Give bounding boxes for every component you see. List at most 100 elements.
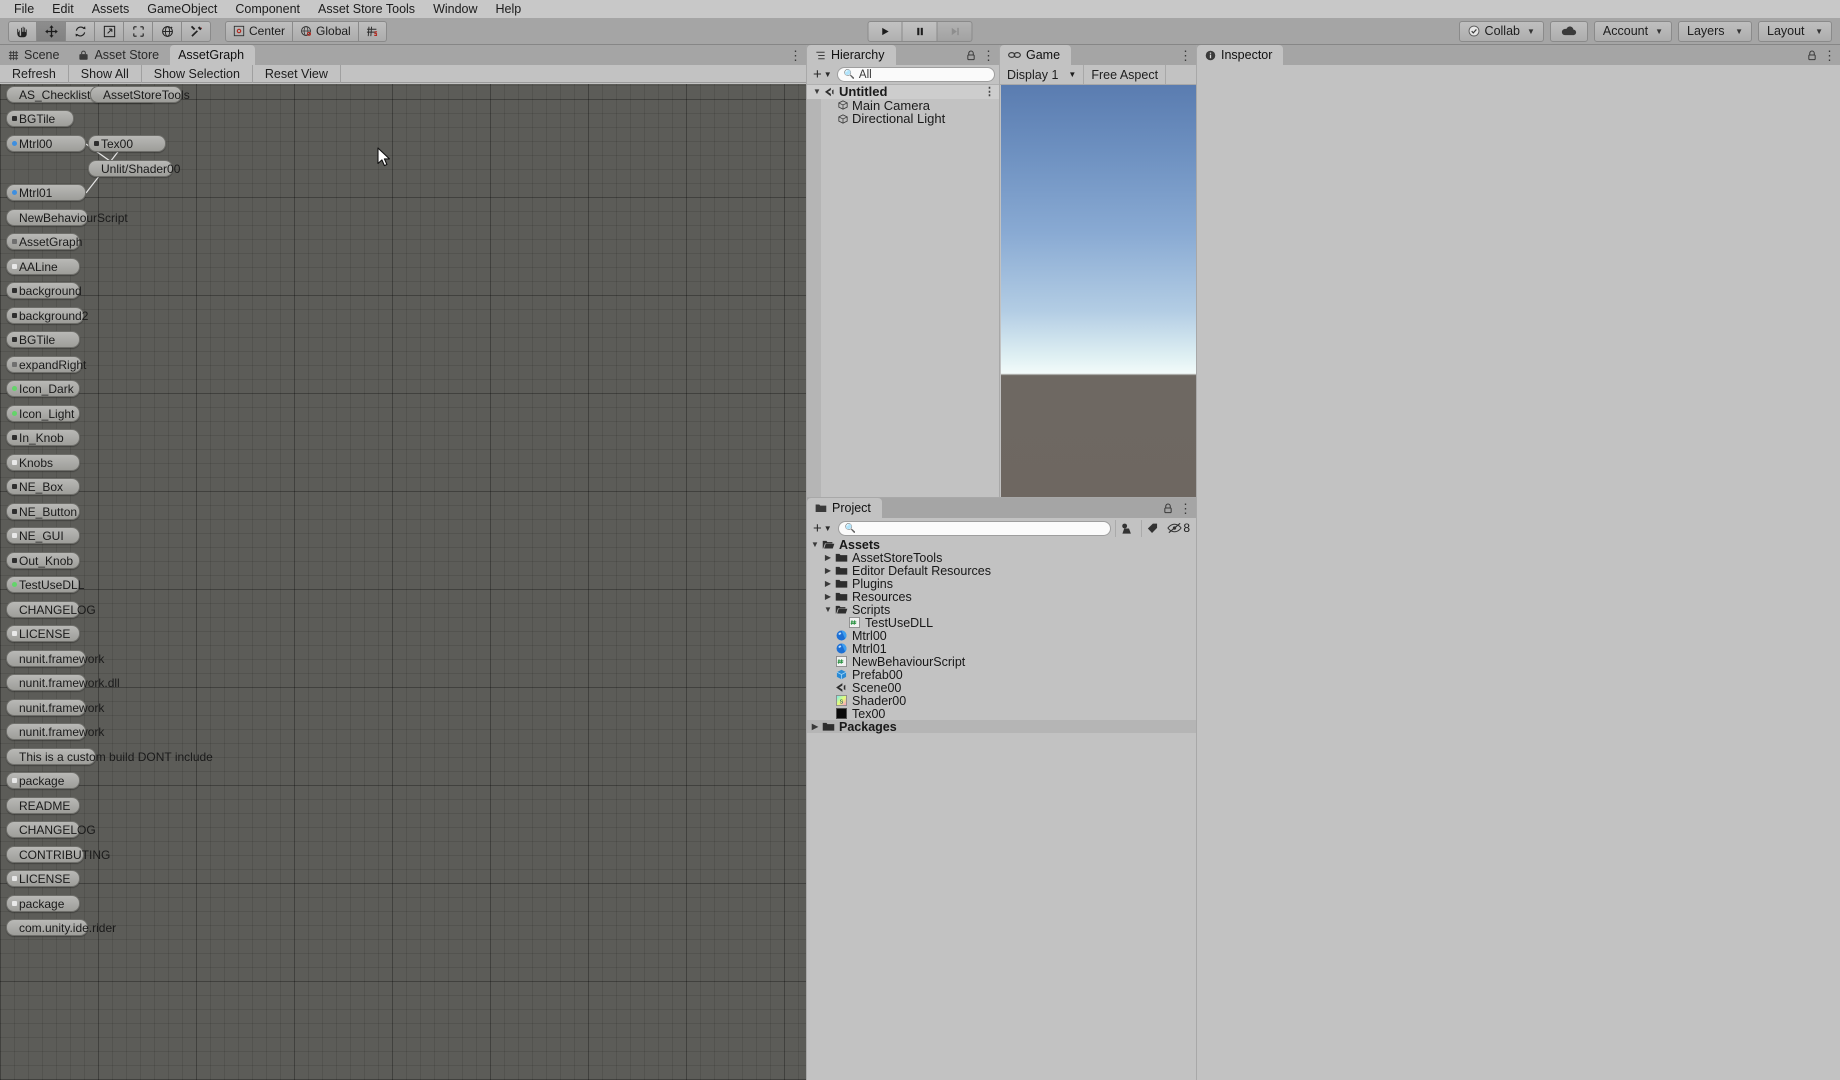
graph-node[interactable]: NE_Button [6,503,80,520]
graph-node[interactable]: nunit.framework.dll [6,674,120,691]
display-dropdown[interactable]: Display 1 ▼ [1000,64,1085,85]
hierarchy-item[interactable]: Directional Light [807,111,999,126]
splitter-hierarchy-project[interactable] [807,497,1196,498]
graph-node[interactable]: BGTile [6,110,74,127]
graph-node[interactable]: com.unity.ide.rider [6,919,116,936]
create-asset-button[interactable]: + ▼ [811,520,834,537]
graph-node[interactable]: Icon_Light [6,405,80,422]
refresh-button[interactable]: Refresh [0,64,69,83]
menu-item-gameobject[interactable]: GameObject [138,0,226,18]
create-gameobject-button[interactable]: + ▼ [811,66,834,83]
chevron-down-icon[interactable]: ▼ [809,540,821,549]
graph-node[interactable]: package [6,772,80,789]
splitter-hierarchy-game[interactable] [999,45,1000,497]
account-button[interactable]: Account ▼ [1593,20,1672,42]
layers-button[interactable]: Layers ▼ [1678,20,1752,42]
project-item[interactable]: Scene00 [807,681,1196,695]
project-item[interactable]: Mtrl00 [807,629,1196,643]
scale-tool-button[interactable] [95,20,124,42]
hierarchy-kebab-icon[interactable]: ⋮ [982,49,995,62]
graph-node[interactable]: AssetGraph [6,233,82,250]
pause-button[interactable] [902,20,938,42]
step-button[interactable] [937,20,973,42]
chevron-down-icon[interactable]: ▼ [813,87,824,96]
project-item[interactable]: ▶ Packages [807,720,1196,734]
graph-node[interactable]: BGTile [6,331,80,348]
graph-node[interactable]: In_Knob [6,429,80,446]
graph-node[interactable]: nunit.framework [6,723,104,740]
project-kebab-icon[interactable]: ⋮ [1179,502,1192,515]
chevron-right-icon[interactable]: ▶ [809,722,821,731]
favorites-count[interactable]: 8 [1167,521,1192,535]
space-mode-button[interactable]: Global [293,20,359,42]
project-item[interactable]: ▶ Plugins [807,577,1196,591]
graph-node[interactable]: AALine [6,258,80,275]
chevron-right-icon[interactable]: ▶ [822,566,834,575]
asset-graph-canvas[interactable]: AS_Checklist (Checklist) AssetStoreTools B… [0,84,806,1080]
move-tool-button[interactable] [37,20,66,42]
project-item[interactable]: ▼ Scripts [807,603,1196,617]
project-item[interactable]: ▶ Resources [807,590,1196,604]
lock-icon[interactable] [1163,503,1173,514]
tab-project[interactable]: Project [807,498,882,518]
custom-editor-tool-button[interactable] [182,20,211,42]
graph-kebab-icon[interactable]: ⋮ [789,49,802,62]
graph-node[interactable]: package [6,895,80,912]
hierarchy-item[interactable]: ▼ Untitled ⋮ [807,84,999,99]
project-item[interactable]: ▶ Editor Default Resources [807,564,1196,578]
show-all-button[interactable]: Show All [69,64,142,83]
collab-button[interactable]: Collab ▼ [1458,20,1544,42]
lock-icon[interactable] [966,50,976,61]
filter-by-label-button[interactable] [1141,519,1163,537]
hierarchy-tree[interactable]: ▼ Untitled ⋮ Main Camera Directional Light [807,84,999,497]
graph-node[interactable]: Out_Knob [6,552,80,569]
graph-node[interactable]: background2 [6,307,88,324]
graph-node[interactable]: NE_Box [6,478,80,495]
menu-item-assets[interactable]: Assets [83,0,139,18]
graph-node[interactable]: This is a custom build DONT include [6,748,213,765]
inspector-kebab-icon[interactable]: ⋮ [1823,49,1836,62]
menu-item-window[interactable]: Window [424,0,486,18]
layout-button[interactable]: Layout ▼ [1758,20,1832,42]
cloud-button[interactable] [1549,20,1588,42]
rotate-tool-button[interactable] [66,20,95,42]
graph-node[interactable]: Mtrl00 [6,135,86,152]
graph-node[interactable]: CHANGELOG [6,601,96,618]
tab-assetgraph[interactable]: AssetGraph [170,45,256,65]
show-selection-button[interactable]: Show Selection [142,64,253,83]
chevron-right-icon[interactable]: ▶ [822,592,834,601]
hierarchy-row-kebab-icon[interactable]: ⋮ [984,85,995,98]
graph-node[interactable]: CONTRIBUTING [6,846,110,863]
project-item[interactable]: ▶ AssetStoreTools [807,551,1196,565]
chevron-right-icon[interactable]: ▶ [822,579,834,588]
graph-node[interactable]: Unlit/Shader00 [88,160,180,177]
aspect-dropdown[interactable]: Free Aspect [1084,64,1167,85]
tab-scene[interactable]: Scene [0,45,71,65]
menu-item-asset-store-tools[interactable]: Asset Store Tools [309,0,424,18]
graph-node[interactable]: nunit.framework [6,699,104,716]
graph-node[interactable]: nunit.framework [6,650,104,667]
game-kebab-icon[interactable]: ⋮ [1179,49,1192,62]
graph-node[interactable]: Mtrl01 [6,184,86,201]
game-render-view[interactable] [1001,85,1196,497]
lock-icon[interactable] [1807,50,1817,61]
play-button[interactable] [867,20,903,42]
graph-node[interactable]: NE_GUI [6,527,80,544]
graph-node[interactable]: NewBehaviourScript [6,209,128,226]
reset-view-button[interactable]: Reset View [253,64,341,83]
transform-tool-button[interactable] [153,20,182,42]
tab-inspector[interactable]: Inspector [1197,45,1284,65]
project-item[interactable]: ▼ Assets [807,538,1196,552]
project-item[interactable]: Prefab00 [807,668,1196,682]
graph-node[interactable]: CHANGELOG [6,821,96,838]
rect-tool-button[interactable] [124,20,153,42]
graph-node[interactable]: AssetStoreTools [90,86,190,103]
project-item[interactable]: NewBehaviourScript [807,655,1196,669]
chevron-down-icon[interactable]: ▼ [822,605,834,614]
menu-item-component[interactable]: Component [226,0,309,18]
splitter-game-inspector[interactable] [1196,45,1197,1080]
graph-node[interactable]: LICENSE [6,625,80,642]
graph-node[interactable]: background [6,282,82,299]
graph-node[interactable]: LICENSE [6,870,80,887]
splitter-graph-hierarchy[interactable] [806,45,807,1080]
